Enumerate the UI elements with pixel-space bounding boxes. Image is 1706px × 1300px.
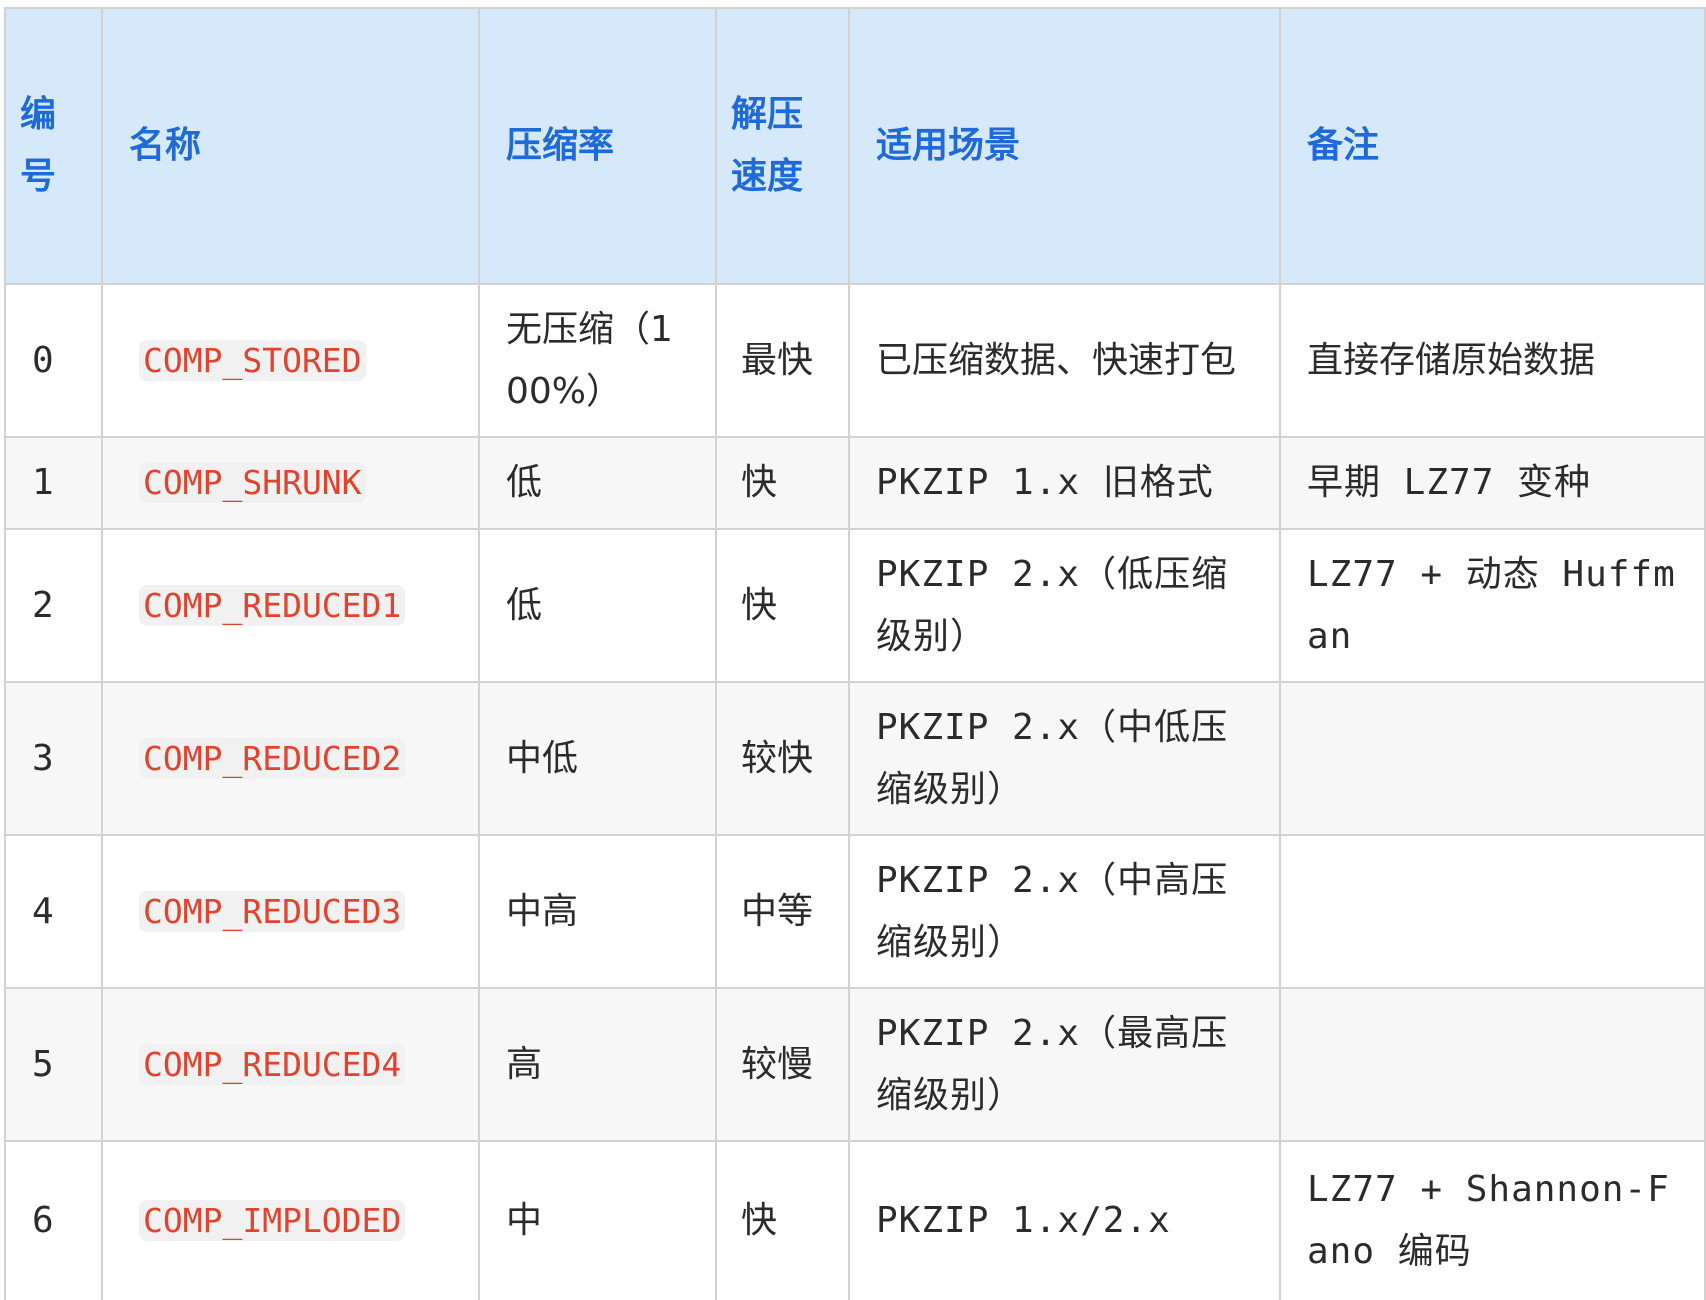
cell-note: LZ77 + Shannon-Fano 编码 [1279, 1140, 1706, 1300]
header-id: 编号 [4, 7, 103, 285]
cell-name: COMP_REDUCED2 [101, 681, 480, 836]
cell-name: COMP_SHRUNK [101, 436, 480, 530]
cell-speed: 快 [715, 436, 850, 530]
table-header-row: 编号 名称 压缩率 解压速度 适用场景 备注 [4, 7, 1706, 285]
cell-note: LZ77 + 动态 Huffman [1279, 528, 1706, 683]
header-name: 名称 [101, 7, 480, 285]
cell-name: COMP_REDUCED4 [101, 987, 480, 1142]
table-row: 3 COMP_REDUCED2 中低 较快 PKZIP 2.x（中低压缩级别） [4, 681, 1706, 836]
table-row: 0 COMP_STORED 无压缩（100%） 最快 已压缩数据、快速打包 直接… [4, 283, 1706, 438]
cell-name: COMP_REDUCED1 [101, 528, 480, 683]
cell-name: COMP_IMPLODED [101, 1140, 480, 1300]
compression-methods-table: 编号 名称 压缩率 解压速度 适用场景 备注 0 COMP_STORED 无压缩… [4, 7, 1706, 1300]
cell-note [1279, 987, 1706, 1142]
cell-scenario: PKZIP 2.x（低压缩级别） [848, 528, 1281, 683]
cell-ratio: 中低 [478, 681, 717, 836]
table-row: 2 COMP_REDUCED1 低 快 PKZIP 2.x（低压缩级别） LZ7… [4, 528, 1706, 683]
cell-ratio: 无压缩（100%） [478, 283, 717, 438]
cell-note: 直接存储原始数据 [1279, 283, 1706, 438]
method-name-code: COMP_SHRUNK [139, 462, 366, 503]
method-name-code: COMP_REDUCED1 [139, 584, 406, 626]
header-scenario: 适用场景 [848, 7, 1281, 285]
cell-note [1279, 834, 1706, 989]
cell-id: 1 [4, 436, 103, 530]
cell-ratio: 高 [478, 987, 717, 1142]
header-note: 备注 [1279, 7, 1706, 285]
cell-scenario: PKZIP 1.x/2.x [848, 1140, 1281, 1300]
cell-note: 早期 LZ77 变种 [1279, 436, 1706, 530]
cell-speed: 较快 [715, 681, 850, 836]
cell-name: COMP_STORED [101, 283, 480, 438]
cell-speed: 中等 [715, 834, 850, 989]
cell-scenario: 已压缩数据、快速打包 [848, 283, 1281, 438]
cell-name: COMP_REDUCED3 [101, 834, 480, 989]
cell-scenario: PKZIP 2.x（中高压缩级别） [848, 834, 1281, 989]
method-name-code: COMP_REDUCED3 [139, 890, 406, 932]
cell-speed: 快 [715, 1140, 850, 1300]
cell-ratio: 低 [478, 528, 717, 683]
cell-ratio: 低 [478, 436, 717, 530]
cell-id: 6 [4, 1140, 103, 1300]
table-row: 4 COMP_REDUCED3 中高 中等 PKZIP 2.x（中高压缩级别） [4, 834, 1706, 989]
method-name-code: COMP_REDUCED4 [139, 1043, 406, 1085]
header-speed: 解压速度 [715, 7, 850, 285]
cell-note [1279, 681, 1706, 836]
cell-speed: 最快 [715, 283, 850, 438]
table-row: 1 COMP_SHRUNK 低 快 PKZIP 1.x 旧格式 早期 LZ77 … [4, 436, 1706, 530]
cell-id: 4 [4, 834, 103, 989]
cell-id: 3 [4, 681, 103, 836]
cell-ratio: 中 [478, 1140, 717, 1300]
cell-id: 2 [4, 528, 103, 683]
cell-id: 5 [4, 987, 103, 1142]
cell-speed: 较慢 [715, 987, 850, 1142]
cell-scenario: PKZIP 2.x（最高压缩级别） [848, 987, 1281, 1142]
method-name-code: COMP_REDUCED2 [139, 737, 406, 779]
table-row: 6 COMP_IMPLODED 中 快 PKZIP 1.x/2.x LZ77 +… [4, 1140, 1706, 1300]
cell-scenario: PKZIP 1.x 旧格式 [848, 436, 1281, 530]
cell-ratio: 中高 [478, 834, 717, 989]
method-name-code: COMP_IMPLODED [139, 1200, 406, 1241]
cell-scenario: PKZIP 2.x（中低压缩级别） [848, 681, 1281, 836]
method-name-code: COMP_STORED [139, 339, 366, 381]
cell-id: 0 [4, 283, 103, 438]
header-ratio: 压缩率 [478, 7, 717, 285]
cell-speed: 快 [715, 528, 850, 683]
table-row: 5 COMP_REDUCED4 高 较慢 PKZIP 2.x（最高压缩级别） [4, 987, 1706, 1142]
